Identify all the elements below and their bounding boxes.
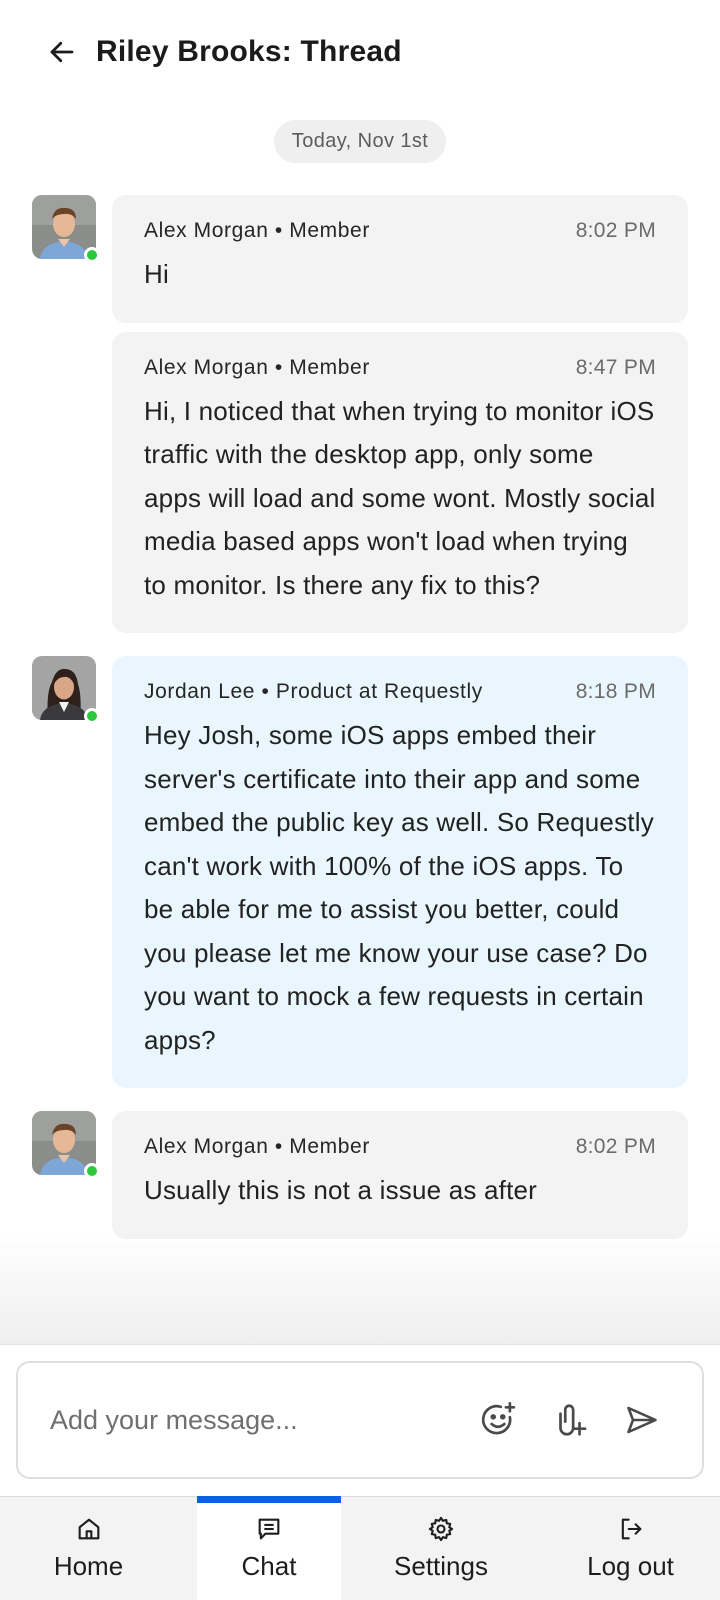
online-status-indicator [84, 1163, 100, 1179]
send-icon [627, 1406, 657, 1434]
avatar[interactable] [32, 656, 100, 724]
message-author: Alex Morgan • Member [144, 355, 370, 379]
tab-settings[interactable]: Settings [341, 1497, 541, 1600]
message-time: 8:02 PM [575, 219, 656, 242]
message-text: Usually this is not a issue as after [144, 1175, 538, 1205]
message-time: 8:02 PM [575, 1135, 656, 1158]
message-time: 8:18 PM [575, 680, 656, 703]
home-icon [78, 1518, 99, 1540]
attachment-add-icon [559, 1404, 587, 1436]
message-author: Alex Morgan • Member [144, 219, 370, 242]
send-button[interactable] [622, 1400, 662, 1440]
logout-icon [621, 1518, 641, 1540]
tab-label: Chat [241, 1551, 297, 1581]
tab-label: Home [53, 1551, 124, 1581]
message-bubble: Alex Morgan • Member 8:02 PM Hi [112, 195, 688, 323]
arrow-left-icon [50, 41, 74, 63]
message-bubble: Jordan Lee • Product at Requestly 8:18 P… [112, 656, 688, 1088]
message-time: 8:47 PM [575, 355, 656, 379]
chat-icon [258, 1518, 280, 1540]
message-feed[interactable]: Today, Nov 1st Alex Morgan • Member 8:02… [0, 104, 720, 1344]
composer-area [0, 1344, 720, 1496]
avatar[interactable] [32, 195, 100, 263]
message-author: Alex Morgan • Member [144, 1135, 370, 1158]
bottom-tab-bar: Home Chat Settings Log out [0, 1496, 720, 1600]
message-text: Hi [144, 259, 169, 289]
message-bubble: Alex Morgan • Member 8:47 PM Hi, I notic… [112, 331, 688, 633]
tab-label: Settings [394, 1551, 488, 1581]
thread-header: Riley Brooks: Thread [0, 0, 720, 104]
message-composer [16, 1361, 704, 1479]
message-group: Jordan Lee • Product at Requestly 8:18 P… [0, 656, 720, 1088]
tab-logout[interactable]: Log out [541, 1497, 720, 1600]
message-author: Jordan Lee • Product at Requestly [144, 680, 483, 703]
message-input[interactable] [50, 1404, 446, 1436]
back-button[interactable] [44, 34, 80, 70]
message-group: Alex Morgan • Member 8:02 PM Hi Alex Mor… [0, 195, 720, 633]
online-status-indicator [84, 247, 100, 263]
online-status-indicator [84, 708, 100, 724]
message-group: Alex Morgan • Member 8:02 PM Usually thi… [0, 1111, 720, 1239]
page-title: Riley Brooks: Thread [96, 35, 402, 68]
message-text: Hi, I noticed that when trying to monito… [144, 395, 656, 600]
message-text: Hey Josh, some iOS apps embed their serv… [144, 720, 654, 1055]
attach-button[interactable] [550, 1400, 590, 1440]
emoji-add-icon [481, 1402, 516, 1435]
tab-home[interactable]: Home [0, 1497, 177, 1600]
gear-icon [428, 1516, 454, 1542]
emoji-button[interactable] [478, 1400, 518, 1440]
avatar[interactable] [32, 1111, 100, 1179]
tab-label: Log out [587, 1551, 674, 1581]
date-divider: Today, Nov 1st [273, 120, 447, 163]
tab-chat[interactable]: Chat [197, 1496, 341, 1600]
message-bubble: Alex Morgan • Member 8:02 PM Usually thi… [112, 1111, 688, 1239]
